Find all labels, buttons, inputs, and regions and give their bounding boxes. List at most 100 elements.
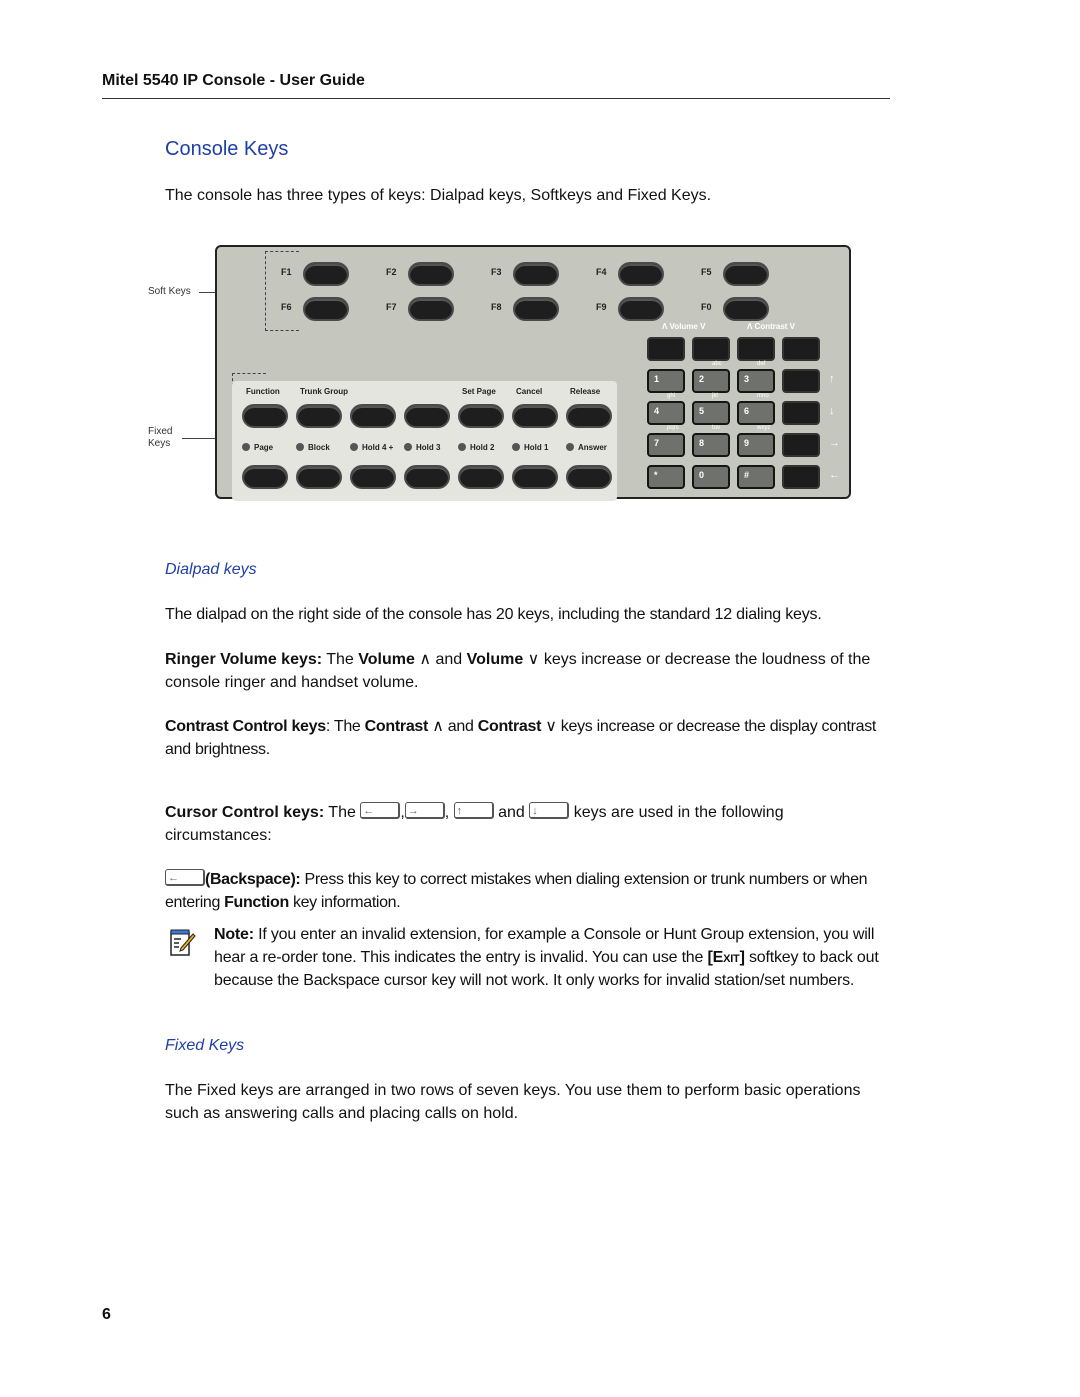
cursor-right-key[interactable] — [782, 433, 820, 457]
softkey-f8[interactable] — [513, 297, 559, 321]
fixed-key-bottom[interactable] — [458, 465, 504, 489]
backspace-key-icon: ← — [165, 869, 205, 886]
dialpad-key[interactable]: 4 — [647, 401, 685, 425]
dialpad-letters: pqrs — [667, 425, 679, 431]
softkeys-bracket — [265, 251, 299, 331]
intro-paragraph: The console has three types of keys: Dia… — [165, 187, 712, 204]
led-indicator-icon — [242, 443, 250, 451]
dialpad-key[interactable]: 9 — [737, 433, 775, 457]
arrow-right-icon: → — [829, 437, 840, 449]
fixed-keys-callout: Fixed Keys — [148, 426, 173, 449]
fixed-key-bottom[interactable] — [296, 465, 342, 489]
softkey-label: F2 — [386, 267, 397, 277]
volume-label: Λ Volume V — [662, 322, 706, 331]
dialpad-letters: mno — [757, 393, 769, 399]
dialpad-keys-heading: Dialpad keys — [165, 561, 257, 578]
softkey-f4[interactable] — [618, 262, 664, 286]
fixed-keys-heading: Fixed Keys — [165, 1037, 245, 1054]
softkey-f3[interactable] — [513, 262, 559, 286]
softkey-label: F1 — [281, 267, 292, 277]
cursor-control-paragraph: Cursor Control keys: The ←, →, ↑ and ↓ ke… — [165, 802, 784, 844]
dialpad-letters: tuv — [712, 425, 721, 431]
contrast-label: Λ Contrast V — [747, 322, 796, 331]
fixed-key-bottom-label: Answer — [566, 443, 607, 452]
fixed-key-top-label: Release — [570, 387, 601, 396]
fixed-key-top[interactable] — [566, 404, 612, 428]
dialpad-key[interactable]: 0 — [692, 465, 730, 489]
fixed-key-top[interactable] — [242, 404, 288, 428]
console-figure: Soft Keys Fixed Keys F1 F2 F3 F4 F5 F6 F7 F8 F9 F… — [140, 232, 860, 512]
cursor-down-key[interactable] — [782, 401, 820, 425]
dialpad-key[interactable]: * — [647, 465, 685, 489]
led-indicator-icon — [404, 443, 412, 451]
fixed-key-bottom-label: Hold 1 — [512, 443, 548, 452]
dialpad-letters: wxyz — [757, 425, 771, 431]
fixed-key-top[interactable] — [512, 404, 558, 428]
section-title: Console Keys — [165, 138, 289, 160]
down-arrow-key-icon: ↓ — [529, 802, 570, 819]
softkey-f2[interactable] — [408, 262, 454, 286]
fixed-key-bottom[interactable] — [350, 465, 396, 489]
softkey-f1[interactable] — [303, 262, 349, 286]
running-header: Mitel 5540 IP Console - User Guide — [102, 72, 365, 89]
header-rule — [102, 98, 890, 99]
cursor-left-key[interactable] — [782, 465, 820, 489]
fixed-key-top[interactable] — [350, 404, 396, 428]
softkey-label: F6 — [281, 302, 292, 312]
arrow-left-icon: ← — [829, 469, 840, 481]
softkey-f9[interactable] — [618, 297, 664, 321]
dialpad-key[interactable]: 1 — [647, 369, 685, 393]
dialpad-letters: ghi — [667, 393, 676, 399]
contrast-up-key[interactable] — [737, 337, 775, 361]
led-indicator-icon — [296, 443, 304, 451]
fixed-key-bottom[interactable] — [404, 465, 450, 489]
dialpad-key[interactable]: 2 — [692, 369, 730, 393]
dialpad-key[interactable]: 8 — [692, 433, 730, 457]
fixed-key-top[interactable] — [458, 404, 504, 428]
fixed-key-bottom-label: Hold 4 + — [350, 443, 393, 452]
led-indicator-icon — [512, 443, 520, 451]
right-arrow-key-icon: → — [404, 802, 445, 819]
fixed-key-bottom[interactable] — [242, 465, 288, 489]
softkey-label: F0 — [701, 302, 712, 312]
softkey-label: F4 — [596, 267, 607, 277]
fixed-key-top-label: Function — [246, 387, 280, 396]
led-indicator-icon — [458, 443, 466, 451]
fixed-key-top-label: Set Page — [462, 387, 496, 396]
led-indicator-icon — [350, 443, 358, 451]
backspace-paragraph: ← (Backspace): Press this key to correct … — [165, 869, 868, 911]
contrast-down-key[interactable] — [782, 337, 820, 361]
cursor-up-key[interactable] — [782, 369, 820, 393]
page-number: 6 — [102, 1306, 111, 1323]
note-pencil-icon — [170, 929, 196, 956]
dialpad-letters: jkl — [712, 393, 718, 399]
dialpad-key[interactable]: 7 — [647, 433, 685, 457]
softkey-f6[interactable] — [303, 297, 349, 321]
up-arrow-key-icon: ↑ — [453, 802, 494, 819]
dialpad-letters: abc — [712, 361, 722, 367]
note-paragraph: Note: If you enter an invalid extension,… — [214, 926, 879, 989]
softkey-label: F9 — [596, 302, 607, 312]
fixed-key-top[interactable] — [404, 404, 450, 428]
softkey-f0[interactable] — [723, 297, 769, 321]
softkey-f7[interactable] — [408, 297, 454, 321]
fixed-key-top[interactable] — [296, 404, 342, 428]
dialpad-paragraph: The dialpad on the right side of the con… — [165, 606, 822, 623]
dialpad-key[interactable]: 5 — [692, 401, 730, 425]
volume-up-key[interactable] — [647, 337, 685, 361]
fixed-key-bottom[interactable] — [512, 465, 558, 489]
soft-keys-callout: Soft Keys — [148, 286, 191, 297]
fixed-key-bottom[interactable] — [566, 465, 612, 489]
softkey-label: F7 — [386, 302, 397, 312]
ringer-volume-paragraph: Ringer Volume keys: The Volume ∧ and Vol… — [165, 651, 871, 691]
fixed-keys-paragraph: The Fixed keys are arranged in two rows … — [165, 1082, 861, 1122]
dialpad-key[interactable]: 3 — [737, 369, 775, 393]
volume-down-key[interactable] — [692, 337, 730, 361]
dialpad-key[interactable]: 6 — [737, 401, 775, 425]
arrow-down-icon: ↓ — [829, 405, 835, 417]
left-arrow-key-icon: ← — [360, 802, 401, 819]
led-indicator-icon — [566, 443, 574, 451]
dialpad-key[interactable]: # — [737, 465, 775, 489]
softkey-f5[interactable] — [723, 262, 769, 286]
arrow-up-icon: ↑ — [829, 373, 835, 385]
